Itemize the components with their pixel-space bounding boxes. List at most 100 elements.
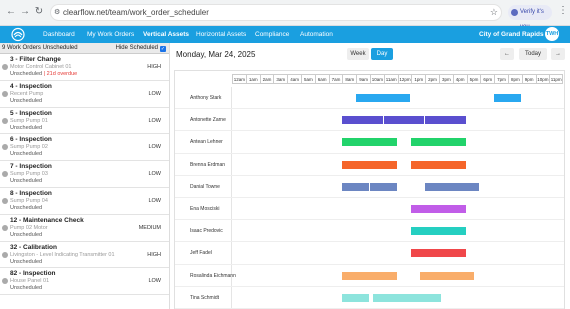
technician-row: Rosalinda Eichmann (175, 265, 564, 287)
technician-name: Ena Mosciski (190, 206, 220, 213)
asset-icon (2, 251, 8, 258)
hour-label: 4pm (452, 74, 467, 84)
hour-label: 6pm (480, 74, 495, 84)
checkbox-checked-icon[interactable]: ✓ (160, 46, 166, 52)
hour-label: 9pm (521, 74, 536, 84)
scheduled-work-order-block[interactable] (342, 182, 369, 191)
scheduled-work-order-block[interactable] (342, 160, 397, 169)
scheduled-work-order-block[interactable] (411, 227, 466, 236)
hour-label: 6am (314, 74, 329, 84)
avatar[interactable]: TWH (545, 27, 559, 41)
work-order-asset: Pump 02 Motor (10, 224, 48, 231)
hour-label: 10am (369, 74, 384, 84)
next-day-button[interactable]: → (551, 48, 565, 60)
work-order-status: Unscheduled (10, 285, 42, 291)
prev-day-button[interactable]: ← (500, 48, 514, 60)
nav-automation[interactable]: Automation (300, 26, 333, 43)
asset-icon (2, 64, 8, 70)
unscheduled-count: 9 Work Orders Unscheduled (2, 45, 78, 51)
work-order-title: 7 - Inspection (10, 163, 52, 171)
work-order-asset: Recent Pump (10, 90, 44, 97)
nav-my-work-orders[interactable]: My Work Orders (87, 26, 134, 43)
today-button[interactable]: Today (519, 48, 547, 60)
hour-label: 2pm (425, 74, 439, 84)
work-order-item[interactable]: 7 - Inspection Sump Pump 03 Unscheduled LOW (0, 161, 169, 188)
url-text: clearflow.net/team/work_order_scheduler (63, 8, 209, 17)
separator: | (43, 71, 46, 77)
work-order-item[interactable]: 32 - Calibration Livingston - Level Indic… (0, 242, 169, 269)
day-view-button[interactable]: Day (371, 48, 393, 60)
work-order-item[interactable]: 12 - Maintenance Check Pump 02 Motor Unsch… (0, 215, 169, 242)
priority-badge: LOW (148, 144, 161, 151)
work-order-item[interactable]: 6 - Inspection Sump Pump 02 Unscheduled LOW (0, 134, 169, 162)
scheduled-work-order-block[interactable] (372, 293, 441, 302)
status-text: Unscheduled (10, 204, 43, 211)
scheduled-work-order-block[interactable] (425, 116, 466, 125)
forward-icon[interactable]: → (19, 6, 31, 18)
work-order-item[interactable]: 8 - Inspection Sump Pump 04 Unscheduled LOW (0, 188, 169, 215)
scheduled-work-order-block[interactable] (342, 138, 397, 147)
scheduled-work-order-block[interactable] (356, 94, 411, 103)
scheduled-work-order-block[interactable] (425, 182, 480, 191)
work-order-item[interactable]: 82 - Inspection House Panel 01 Unscheduled… (0, 268, 169, 296)
address-bar[interactable]: ⚙ clearflow.net/team/work_order_schedule… (50, 4, 502, 21)
scheduled-work-order-block[interactable] (342, 271, 397, 280)
technician-name: Brenna Erdman (190, 161, 226, 168)
work-order-asset: Livingston - Level Indicating Transmitte… (10, 251, 115, 258)
technician-row: Antonette Zarne (175, 109, 564, 132)
scheduled-work-order-block[interactable] (411, 205, 466, 214)
scheduled-work-order-block[interactable] (411, 160, 466, 169)
asset-icon (2, 144, 8, 151)
nav-vertical-assets[interactable]: Vertical Assets (143, 26, 189, 43)
work-order-status: Unscheduled (10, 178, 42, 184)
verify-button[interactable]: Verify it's you (508, 5, 552, 30)
technician-name: Danial Towne (190, 183, 220, 190)
hour-label: 11pm (549, 74, 564, 84)
scheduled-work-order-block[interactable] (419, 271, 474, 280)
asset-icon (2, 117, 8, 124)
work-order-item[interactable]: 4 - Inspection Recent Pump Unscheduled LOW (0, 81, 169, 108)
work-order-status: Unscheduled (10, 125, 42, 131)
work-order-title: 12 - Maintenance Check (10, 216, 84, 224)
scheduled-work-order-block[interactable] (411, 138, 466, 147)
schedule-grid: 12am 1am 2am 3am 4am 5am 6am 7am 8am 9am 10am 11am 1… (174, 70, 565, 309)
scheduled-work-order-block[interactable] (411, 249, 466, 258)
work-order-status: Unscheduled (10, 205, 42, 211)
work-order-item[interactable]: 3 - Filter Change Motor Control Cabinet 0… (0, 54, 169, 81)
status-text: Unscheduled (10, 285, 43, 292)
work-order-title: 82 - Inspection (10, 270, 56, 278)
hour-label: 3am (273, 74, 288, 84)
overdue-badge: 21d overdue (46, 71, 78, 77)
hour-label: 5am (300, 74, 315, 84)
hour-label: 3pm (438, 74, 453, 84)
reload-icon[interactable]: ↻ (33, 6, 45, 18)
app-header: Dashboard My Work Orders Vertical Assets… (0, 26, 570, 43)
nav-dashboard[interactable]: Dashboard (43, 26, 75, 43)
scheduled-work-order-block[interactable] (494, 94, 521, 103)
work-order-item[interactable]: 5 - Inspection Sump Pump 01 Unscheduled LOW (0, 108, 169, 135)
nav-compliance[interactable]: Compliance (255, 26, 289, 43)
week-view-button[interactable]: Week (347, 48, 369, 60)
scheduled-work-order-block[interactable] (342, 116, 383, 125)
hour-label: 10pm (535, 74, 550, 84)
priority-badge: LOW (148, 197, 161, 204)
work-order-asset: Motor Control Cabinet 01 (10, 64, 72, 70)
profile-icon (511, 9, 518, 16)
location-selector[interactable]: City of Grand Rapids ⌄ (479, 26, 551, 43)
browser-toolbar: ← → ↻ ⚙ clearflow.net/team/work_order_sc… (0, 0, 570, 30)
bookmark-star-icon[interactable]: ☆ (490, 7, 498, 18)
hour-label: 2am (259, 74, 274, 84)
browser-menu-icon[interactable]: ⋮ (558, 5, 568, 16)
asset-icon (2, 278, 8, 285)
hide-scheduled-toggle[interactable]: Hide Scheduled ✓ (116, 43, 166, 54)
hour-label: 5pm (466, 74, 481, 84)
nav-horizontal-assets[interactable]: Horizontal Assets (196, 26, 246, 43)
back-icon[interactable]: ← (5, 6, 17, 18)
scheduled-work-order-block[interactable] (342, 293, 369, 302)
site-info-icon[interactable]: ⚙ (54, 8, 60, 16)
technician-name: Tina Schmidt (190, 294, 219, 301)
scheduled-work-order-block[interactable] (370, 182, 397, 191)
hour-label: 12pm (397, 74, 412, 84)
app-logo-icon[interactable] (10, 26, 26, 43)
scheduled-work-order-block[interactable] (383, 116, 425, 125)
